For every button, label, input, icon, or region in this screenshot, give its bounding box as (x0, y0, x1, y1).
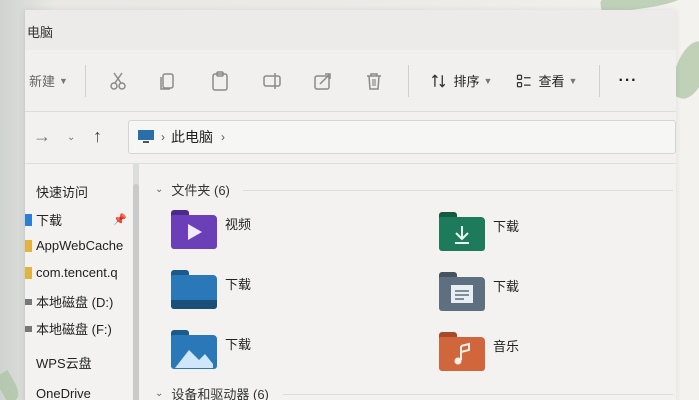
group-divider (283, 394, 673, 395)
folder-label: 下载 (493, 279, 520, 294)
toolbar-divider (85, 64, 86, 97)
sidebar-item-label: com.tencent.q (36, 265, 118, 280)
sidebar-item-label: WPS云盘 (36, 356, 92, 371)
folder-icon (25, 266, 32, 279)
view-label: 查看 (538, 74, 565, 89)
computer-icon (138, 130, 154, 143)
rename-icon (263, 72, 281, 89)
file-explorer-window: 电脑 新建 ▼ 排序 ▼ 查看 ▼ ··· → ⌄ ↑ › 此电脑 › 快速访问… (24, 10, 676, 400)
chevron-down-icon: ⌄ (155, 184, 164, 195)
pin-icon: 📌 (113, 214, 127, 226)
more-options-button[interactable]: ··· (608, 61, 648, 101)
content-pane: ⌄ 文件夹 (6) 视频 下载 下载 下载 下载 音乐 ⌄ 设备和驱动器 (6) (143, 164, 677, 400)
share-button[interactable] (298, 61, 348, 101)
sort-button[interactable]: 排序 ▼ (417, 61, 501, 101)
address-bar-row: → ⌄ ↑ › 此电脑 › (25, 112, 676, 164)
chevron-down-icon: ▼ (59, 75, 68, 86)
sidebar-item-wps-cloud[interactable]: WPS云盘 (25, 353, 133, 372)
copy-icon (160, 72, 174, 90)
recent-locations-chevron-icon[interactable]: ⌄ (67, 132, 75, 143)
drive-icon (25, 298, 32, 305)
sort-label: 排序 (453, 74, 480, 89)
devices-heading: 设备和驱动器 (6) (171, 387, 269, 400)
sidebar-item-label: OneDrive (36, 386, 91, 400)
breadcrumb-location[interactable]: 此电脑 (171, 127, 213, 147)
sidebar-item-label: 下载 (36, 213, 63, 228)
sidebar-scrollbar[interactable] (133, 164, 139, 400)
sort-arrows-icon (431, 73, 445, 88)
group-divider (243, 190, 673, 191)
view-button[interactable]: 查看 ▼ (501, 61, 591, 101)
folder-icon (25, 239, 32, 252)
folder-item[interactable]: 下载 (439, 272, 659, 316)
video-folder-icon (171, 210, 217, 250)
cloud-icon (25, 357, 32, 369)
copy-button[interactable] (142, 61, 194, 101)
music-folder-icon (439, 332, 485, 372)
sidebar-item-label: AppWebCache (36, 238, 124, 253)
folders-heading: 文件夹 (6) (171, 183, 230, 198)
sidebar-item-downloads[interactable]: 下载 📌 (25, 210, 133, 229)
folder-label: 下载 (225, 277, 252, 292)
navigation-pane: 快速访问 下载 📌 AppWebCache com.tencent.q 本地磁盘… (25, 164, 135, 400)
scissors-icon (110, 72, 126, 90)
toolbar-divider (408, 64, 409, 97)
drive-icon (25, 325, 32, 332)
folder-item[interactable]: 下载 (439, 212, 659, 256)
title-bar: 电脑 (25, 10, 676, 50)
sidebar-item-drive-f[interactable]: 本地磁盘 (F:) (25, 319, 133, 338)
cut-button[interactable] (94, 61, 142, 101)
sidebar-item-drive-d[interactable]: 本地磁盘 (D:) (25, 292, 133, 311)
command-bar: 新建 ▼ 排序 ▼ 查看 ▼ ··· (25, 50, 676, 112)
address-field[interactable]: › 此电脑 › (128, 120, 676, 154)
documents-folder-icon (439, 272, 485, 312)
pictures-folder-icon (171, 330, 217, 370)
folder-label: 音乐 (493, 339, 520, 354)
cloud-icon (25, 388, 32, 400)
folder-item[interactable]: 下载 (171, 270, 391, 314)
desktop-folder-icon (171, 270, 217, 310)
chevron-down-icon: ⌄ (155, 388, 164, 399)
paste-button[interactable] (194, 61, 246, 101)
folders-group-header[interactable]: ⌄ 文件夹 (6) (155, 180, 230, 199)
download-folder-icon (439, 212, 485, 252)
trash-icon (367, 72, 381, 90)
devices-group-header[interactable]: ⌄ 设备和驱动器 (6) (155, 384, 269, 400)
sidebar-item-label: 本地磁盘 (F:) (36, 322, 112, 337)
share-icon (314, 72, 331, 90)
chevron-down-icon: ▼ (568, 75, 578, 86)
more-label: ··· (618, 71, 638, 89)
toolbar-divider (599, 64, 600, 97)
window-title: 电脑 (27, 25, 54, 40)
sidebar-item-appwebcache[interactable]: AppWebCache (25, 238, 133, 253)
delete-button[interactable] (348, 61, 400, 101)
folder-item[interactable]: 音乐 (439, 332, 659, 376)
clipboard-icon (212, 70, 228, 91)
up-arrow-icon[interactable]: ↑ (93, 126, 102, 147)
star-icon (25, 186, 32, 198)
sidebar-item-tencent[interactable]: com.tencent.q (25, 265, 133, 280)
scrollbar-thumb[interactable] (133, 184, 139, 400)
new-button[interactable]: 新建 ▼ (25, 61, 77, 101)
view-list-icon (516, 74, 531, 87)
download-icon (25, 213, 32, 226)
folder-item[interactable]: 下载 (171, 330, 391, 374)
folder-label: 下载 (225, 337, 252, 352)
sidebar-item-label: 快速访问 (36, 185, 89, 200)
new-label: 新建 (29, 74, 56, 89)
breadcrumb-separator-icon: › (221, 130, 225, 144)
rename-button[interactable] (246, 61, 298, 101)
forward-arrow-icon[interactable]: → (33, 126, 51, 147)
sidebar-item-onedrive[interactable]: OneDrive (25, 386, 133, 400)
folder-label: 视频 (225, 217, 252, 232)
folder-item[interactable]: 视频 (171, 210, 391, 254)
folder-label: 下载 (493, 219, 520, 234)
chevron-down-icon: ▼ (483, 75, 493, 86)
sidebar-item-quick-access[interactable]: 快速访问 (25, 182, 133, 201)
breadcrumb-separator-icon: › (161, 130, 165, 144)
sidebar-item-label: 本地磁盘 (D:) (36, 295, 114, 310)
